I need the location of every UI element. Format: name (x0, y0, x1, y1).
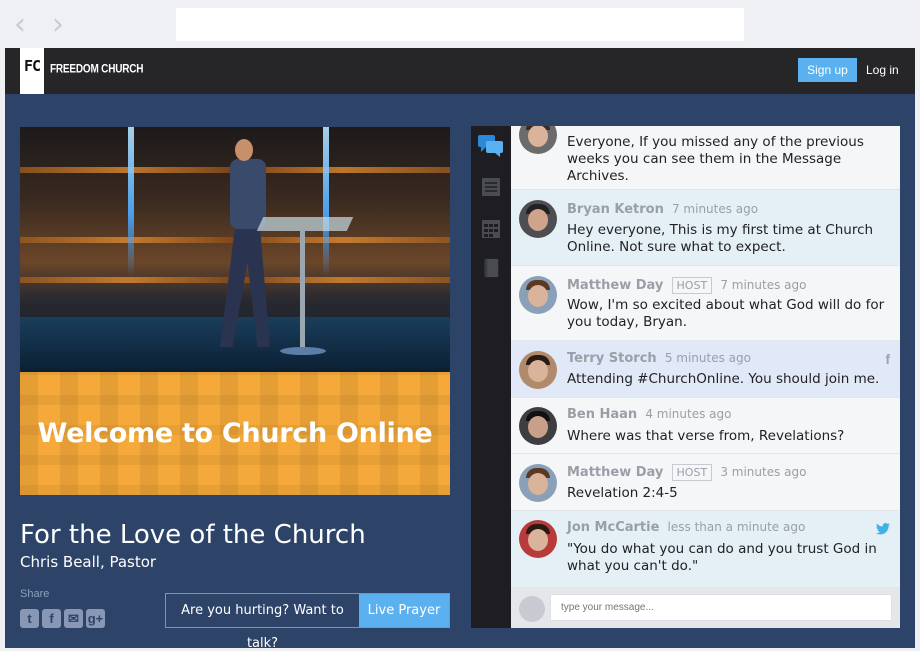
chat-message-meta: Matthew Day HOST 3 minutes ago (567, 464, 806, 481)
browser-chrome: ‹ › (0, 0, 920, 48)
chat-time: 3 minutes ago (720, 465, 807, 479)
welcome-text: Welcome to Church Online (37, 418, 433, 449)
chat-message-body: Revelation 2:4-5 (567, 485, 678, 501)
chat-time: less than a minute ago (667, 520, 806, 534)
chat-message-body: "You do what you can do and you trust Go… (567, 541, 877, 574)
welcome-banner: Welcome to Church Online (20, 372, 450, 495)
chat-message-body: Attending #ChurchOnline. You should join… (567, 371, 880, 387)
chat-message-body: Hey everyone, This is my first time at C… (567, 222, 874, 255)
chat-time: 4 minutes ago (645, 407, 732, 421)
chat-author[interactable]: Bryan Ketron (567, 202, 664, 217)
video-player[interactable]: Welcome to Church Online (20, 127, 450, 495)
chevron-left-icon[interactable]: ‹ (14, 10, 26, 40)
sermon-speaker: Chris Beall, Pastor (20, 553, 157, 571)
user-avatar (519, 596, 545, 622)
notes-icon[interactable] (481, 177, 501, 197)
chat-message-body: Wow, I'm so excited about what God will … (567, 297, 885, 330)
chat-message: Jon McCartie less than a minute ago "You… (511, 511, 900, 588)
church-online-page: FC FREEDOM CHURCH Sign up Log in Welcome… (5, 48, 915, 648)
live-prayer-button[interactable]: Live Prayer (359, 594, 449, 627)
avatar (519, 126, 557, 154)
chat-message: Terry Storch 5 minutes ago Attending #Ch… (511, 341, 900, 398)
avatar (519, 520, 557, 558)
address-bar[interactable] (176, 8, 744, 41)
chat-time: 5 minutes ago (664, 351, 751, 365)
email-icon[interactable]: ✉ (64, 609, 83, 628)
chat-author[interactable]: Matthew Day (567, 465, 663, 480)
sermon-title: For the Love of the Church (20, 520, 366, 550)
calendar-icon[interactable] (481, 219, 501, 239)
signup-button[interactable]: Sign up (798, 58, 857, 82)
chat-author[interactable]: Ben Haan (567, 407, 637, 422)
chat-side-rail (471, 126, 511, 628)
facebook-icon: f (885, 351, 890, 367)
chat-message-body: Where was that verse from, Revelations? (567, 428, 845, 444)
logo-mark[interactable]: FC (20, 48, 44, 94)
facebook-icon[interactable]: f (42, 609, 61, 628)
chat-message-input[interactable] (550, 594, 892, 621)
chat-message: Matthew Day HOST 7 minutes ago Wow, I'm … (511, 266, 900, 341)
stage-scene (20, 127, 450, 372)
chat-message: Ben Haan 4 minutes ago Where was that ve… (511, 398, 900, 454)
share-label: Share (20, 588, 50, 600)
chat-message-meta: Bryan Ketron 7 minutes ago (567, 202, 758, 217)
bible-icon[interactable] (481, 258, 501, 278)
host-badge: HOST (671, 464, 713, 481)
chat-message: Everyone, If you missed any of the previ… (511, 126, 900, 190)
host-badge: HOST (671, 277, 713, 294)
twitter-icon[interactable]: t (20, 609, 39, 628)
chat-message-body: Everyone, If you missed any of the previ… (567, 134, 864, 184)
chat-message-meta: Jon McCartie less than a minute ago (567, 520, 805, 535)
avatar (519, 276, 557, 314)
twitter-icon (876, 523, 890, 535)
login-link[interactable]: Log in (866, 63, 899, 77)
stage-light-column (128, 127, 134, 277)
chat-author[interactable]: Jon McCartie (567, 520, 659, 535)
avatar (519, 464, 557, 502)
logo-text[interactable]: FREEDOM CHURCH (50, 63, 144, 76)
podium (256, 217, 354, 357)
chat-message-meta: Ben Haan 4 minutes ago (567, 407, 731, 422)
chevron-right-icon[interactable]: › (52, 10, 64, 40)
prayer-prompt: Are you hurting? Want to talk? (181, 603, 344, 648)
chat-author[interactable]: Matthew Day (567, 278, 663, 293)
chat-icon[interactable] (478, 135, 504, 157)
chat-input-bar (511, 588, 900, 628)
chat-time: 7 minutes ago (671, 202, 759, 216)
chat-author[interactable]: Terry Storch (567, 351, 657, 366)
chat-message: Matthew Day HOST 3 minutes ago Revelatio… (511, 454, 900, 511)
share-icons: t f ✉ g+ (20, 609, 105, 628)
chat-time: 7 minutes ago (720, 278, 807, 292)
chat-message: Bryan Ketron 7 minutes ago Hey everyone,… (511, 190, 900, 266)
pastor-figure (235, 139, 253, 161)
avatar (519, 407, 557, 445)
avatar (519, 200, 557, 238)
chat-message-meta: Terry Storch 5 minutes ago (567, 351, 751, 366)
google-plus-icon[interactable]: g+ (86, 609, 105, 628)
chat-message-meta: Matthew Day HOST 7 minutes ago (567, 277, 806, 294)
top-bar: FC FREEDOM CHURCH Sign up Log in (5, 48, 915, 94)
prayer-box: Are you hurting? Want to talk? Live Pray… (165, 593, 450, 648)
chat-panel: Everyone, If you missed any of the previ… (511, 126, 900, 628)
avatar (519, 351, 557, 389)
